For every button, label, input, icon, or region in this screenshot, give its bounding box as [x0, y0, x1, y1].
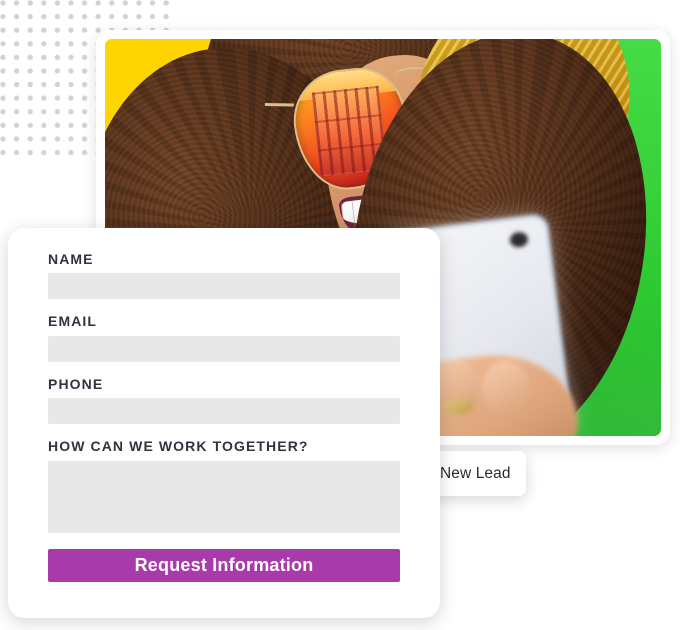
field-phone: PHONE: [48, 375, 400, 425]
message-textarea[interactable]: [48, 460, 400, 533]
name-input[interactable]: [48, 273, 400, 300]
sunglass-temple-left: [264, 102, 295, 107]
phone-label: PHONE: [48, 375, 104, 392]
request-information-button[interactable]: Request Information: [48, 548, 400, 582]
new-lead-label: New Lead: [440, 464, 511, 482]
message-label: HOW CAN WE WORK TOGETHER?: [48, 438, 309, 455]
screenshot-stage: New Lead NAME EMAIL PHONE HOW CAN WE WOR…: [0, 0, 700, 630]
field-email: EMAIL: [48, 313, 400, 362]
field-message: HOW CAN WE WORK TOGETHER?: [48, 438, 400, 533]
phone-camera: [508, 230, 530, 249]
name-label: NAME: [48, 251, 94, 267]
email-input[interactable]: [48, 335, 400, 362]
finger: [479, 358, 534, 418]
phone-input[interactable]: [48, 398, 400, 425]
field-name: NAME: [48, 251, 400, 300]
lead-capture-form: NAME EMAIL PHONE HOW CAN WE WORK TOGETHE…: [8, 228, 440, 618]
email-label: EMAIL: [48, 313, 98, 330]
